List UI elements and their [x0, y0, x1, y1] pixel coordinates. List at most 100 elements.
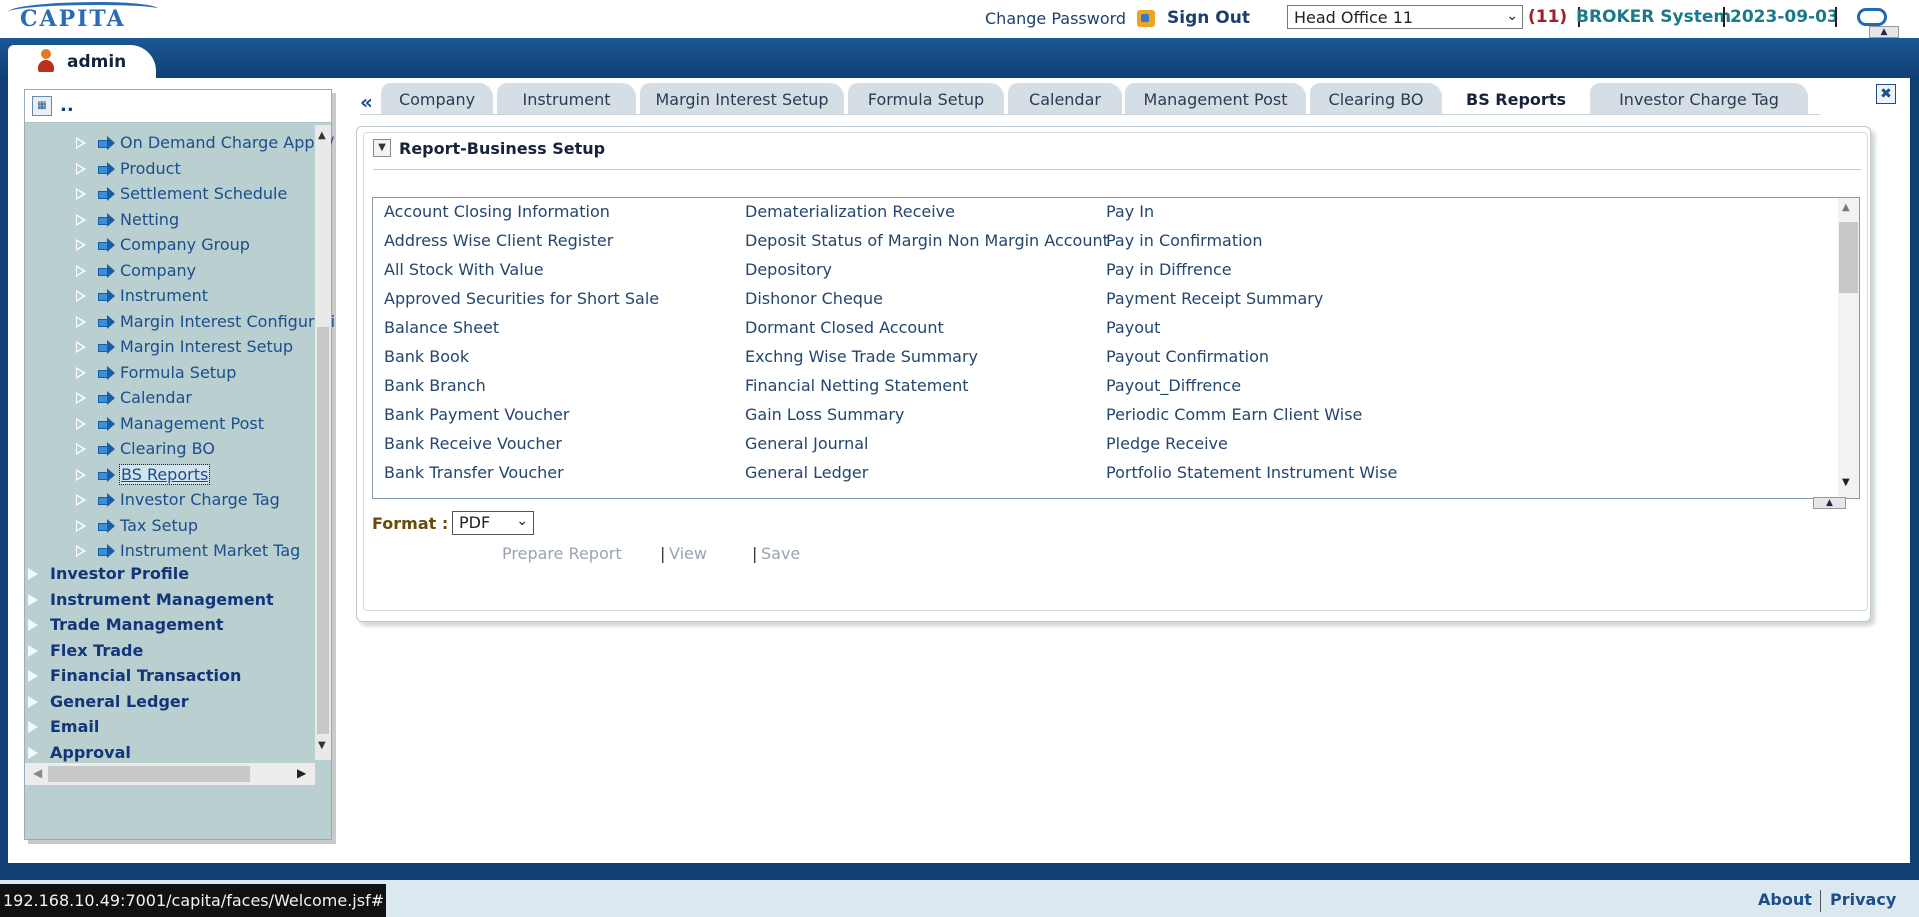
- expand-icon[interactable]: [76, 366, 86, 379]
- report-item[interactable]: Dishonor Cheque: [745, 289, 883, 308]
- expand-icon[interactable]: [76, 519, 86, 532]
- close-icon[interactable]: ✖: [1876, 84, 1896, 104]
- collapse-list-button[interactable]: ▲: [1813, 497, 1846, 509]
- tree-item[interactable]: Company: [120, 261, 196, 280]
- expand-icon[interactable]: [76, 392, 86, 404]
- tree-item[interactable]: Margin Interest Setup: [120, 337, 293, 356]
- report-item[interactable]: Depository: [745, 260, 832, 279]
- section-toggle-icon[interactable]: ▼: [373, 139, 391, 157]
- expand-icon[interactable]: [28, 644, 38, 657]
- tree-item[interactable]: Company Group: [120, 235, 250, 254]
- tab-management-post[interactable]: Management Post: [1125, 83, 1306, 115]
- tree-item[interactable]: Clearing BO: [120, 439, 215, 458]
- expand-icon[interactable]: [28, 670, 38, 682]
- report-item[interactable]: Deposit Status of Margin Non Margin Acco…: [745, 231, 1109, 250]
- report-item[interactable]: Address Wise Client Register: [384, 231, 613, 250]
- expand-icon[interactable]: [76, 417, 86, 430]
- expand-icon[interactable]: [76, 341, 86, 353]
- tree-hscroll-thumb[interactable]: [48, 766, 250, 782]
- tree-item[interactable]: Management Post: [120, 414, 264, 433]
- sign-out-link[interactable]: Sign Out: [1167, 8, 1250, 28]
- expand-icon[interactable]: [76, 468, 86, 481]
- tree-parent-link[interactable]: ..: [60, 95, 74, 116]
- save-button[interactable]: Save: [761, 544, 800, 563]
- tab-bs-reports[interactable]: BS Reports: [1446, 83, 1586, 115]
- about-link[interactable]: About: [1758, 890, 1812, 909]
- expand-icon[interactable]: [76, 239, 86, 251]
- tab-calendar[interactable]: Calendar: [1008, 83, 1122, 115]
- expand-icon[interactable]: [76, 545, 86, 557]
- tree-category[interactable]: Flex Trade: [50, 641, 143, 660]
- report-item[interactable]: Dormant Closed Account: [745, 318, 944, 337]
- report-item[interactable]: Account Closing Information: [384, 202, 610, 221]
- expand-icon[interactable]: [76, 264, 86, 277]
- tab-clearing-bo[interactable]: Clearing BO: [1310, 83, 1442, 115]
- report-item[interactable]: All Stock With Value: [384, 260, 544, 279]
- report-item[interactable]: Pay In: [1106, 202, 1154, 221]
- tab-investor-charge-tag[interactable]: Investor Charge Tag: [1590, 83, 1808, 115]
- change-password-link[interactable]: Change Password: [985, 9, 1126, 28]
- report-item[interactable]: Bank Book: [384, 347, 469, 366]
- tree-item[interactable]: BS Reports: [118, 463, 211, 485]
- scroll-down-icon[interactable]: ▼: [1842, 477, 1850, 488]
- expand-icon[interactable]: [76, 213, 86, 226]
- expand-icon[interactable]: [76, 443, 86, 455]
- expand-icon[interactable]: [28, 721, 38, 733]
- report-item[interactable]: Dematerialization Receive: [745, 202, 955, 221]
- report-item[interactable]: Bank Transfer Voucher: [384, 463, 564, 482]
- tree-category[interactable]: Trade Management: [50, 615, 224, 634]
- report-item[interactable]: General Journal: [745, 434, 868, 453]
- report-item[interactable]: General Ledger: [745, 463, 868, 482]
- report-item[interactable]: Financial Netting Statement: [745, 376, 969, 395]
- collapse-header-button[interactable]: ▲: [1869, 26, 1899, 38]
- privacy-link[interactable]: Privacy: [1830, 890, 1896, 909]
- tree-item[interactable]: Instrument Market Tag: [120, 541, 300, 560]
- tree-item[interactable]: Margin Interest Configurati: [120, 312, 335, 331]
- app-icon[interactable]: [1857, 8, 1887, 26]
- report-item[interactable]: Pledge Receive: [1106, 434, 1228, 453]
- tree-item[interactable]: Tax Setup: [120, 516, 198, 535]
- expand-icon[interactable]: [28, 695, 38, 708]
- report-item[interactable]: Bank Receive Voucher: [384, 434, 562, 453]
- report-item[interactable]: Bank Payment Voucher: [384, 405, 569, 424]
- tab-formula-setup[interactable]: Formula Setup: [848, 83, 1004, 115]
- tree-category[interactable]: Instrument Management: [50, 590, 274, 609]
- report-item[interactable]: Gain Loss Summary: [745, 405, 904, 424]
- tree-item[interactable]: Product: [120, 159, 181, 178]
- tree-scroll-thumb[interactable]: [317, 327, 329, 734]
- report-item[interactable]: Approved Securities for Short Sale: [384, 289, 659, 308]
- tree-item[interactable]: Instrument: [120, 286, 208, 305]
- report-item[interactable]: Payout: [1106, 318, 1160, 337]
- tree-item[interactable]: Netting: [120, 210, 179, 229]
- prepare-report-button[interactable]: Prepare Report: [502, 544, 622, 563]
- scroll-right-icon[interactable]: ▶: [297, 766, 306, 780]
- report-item[interactable]: Pay in Diffrence: [1106, 260, 1232, 279]
- tree-item[interactable]: On Demand Charge Apply/: [120, 133, 334, 152]
- collapse-sidebar-icon[interactable]: «: [360, 90, 373, 114]
- tab-instrument[interactable]: Instrument: [497, 83, 636, 115]
- scroll-up-icon[interactable]: ▲: [1842, 202, 1850, 213]
- scroll-up-icon[interactable]: ▲: [318, 130, 326, 141]
- report-item[interactable]: Payout_Diffrence: [1106, 376, 1241, 395]
- expand-icon[interactable]: [28, 619, 38, 631]
- branch-select[interactable]: Head Office 11 ⌄: [1287, 5, 1523, 29]
- tree-category[interactable]: Email: [50, 717, 99, 736]
- expand-icon[interactable]: [28, 593, 38, 606]
- expand-icon[interactable]: [76, 494, 86, 506]
- expand-icon[interactable]: [76, 162, 86, 175]
- tree-item[interactable]: Investor Charge Tag: [120, 490, 280, 509]
- report-item[interactable]: Payment Receipt Summary: [1106, 289, 1323, 308]
- view-button[interactable]: View: [669, 544, 707, 563]
- tree-item[interactable]: Formula Setup: [120, 363, 236, 382]
- expand-icon[interactable]: [76, 315, 86, 328]
- tree-item[interactable]: Settlement Schedule: [120, 184, 287, 203]
- format-select[interactable]: PDF ⌄: [452, 511, 534, 535]
- report-item[interactable]: Portfolio Statement Instrument Wise: [1106, 463, 1397, 482]
- scroll-left-icon[interactable]: ◀: [33, 766, 42, 780]
- tree-category[interactable]: Financial Transaction: [50, 666, 241, 685]
- tree-item[interactable]: Calendar: [120, 388, 192, 407]
- report-list-scroll-thumb[interactable]: [1839, 222, 1858, 293]
- expand-icon[interactable]: [76, 290, 86, 302]
- report-item[interactable]: Exchng Wise Trade Summary: [745, 347, 978, 366]
- tree-category[interactable]: Approval: [50, 743, 131, 762]
